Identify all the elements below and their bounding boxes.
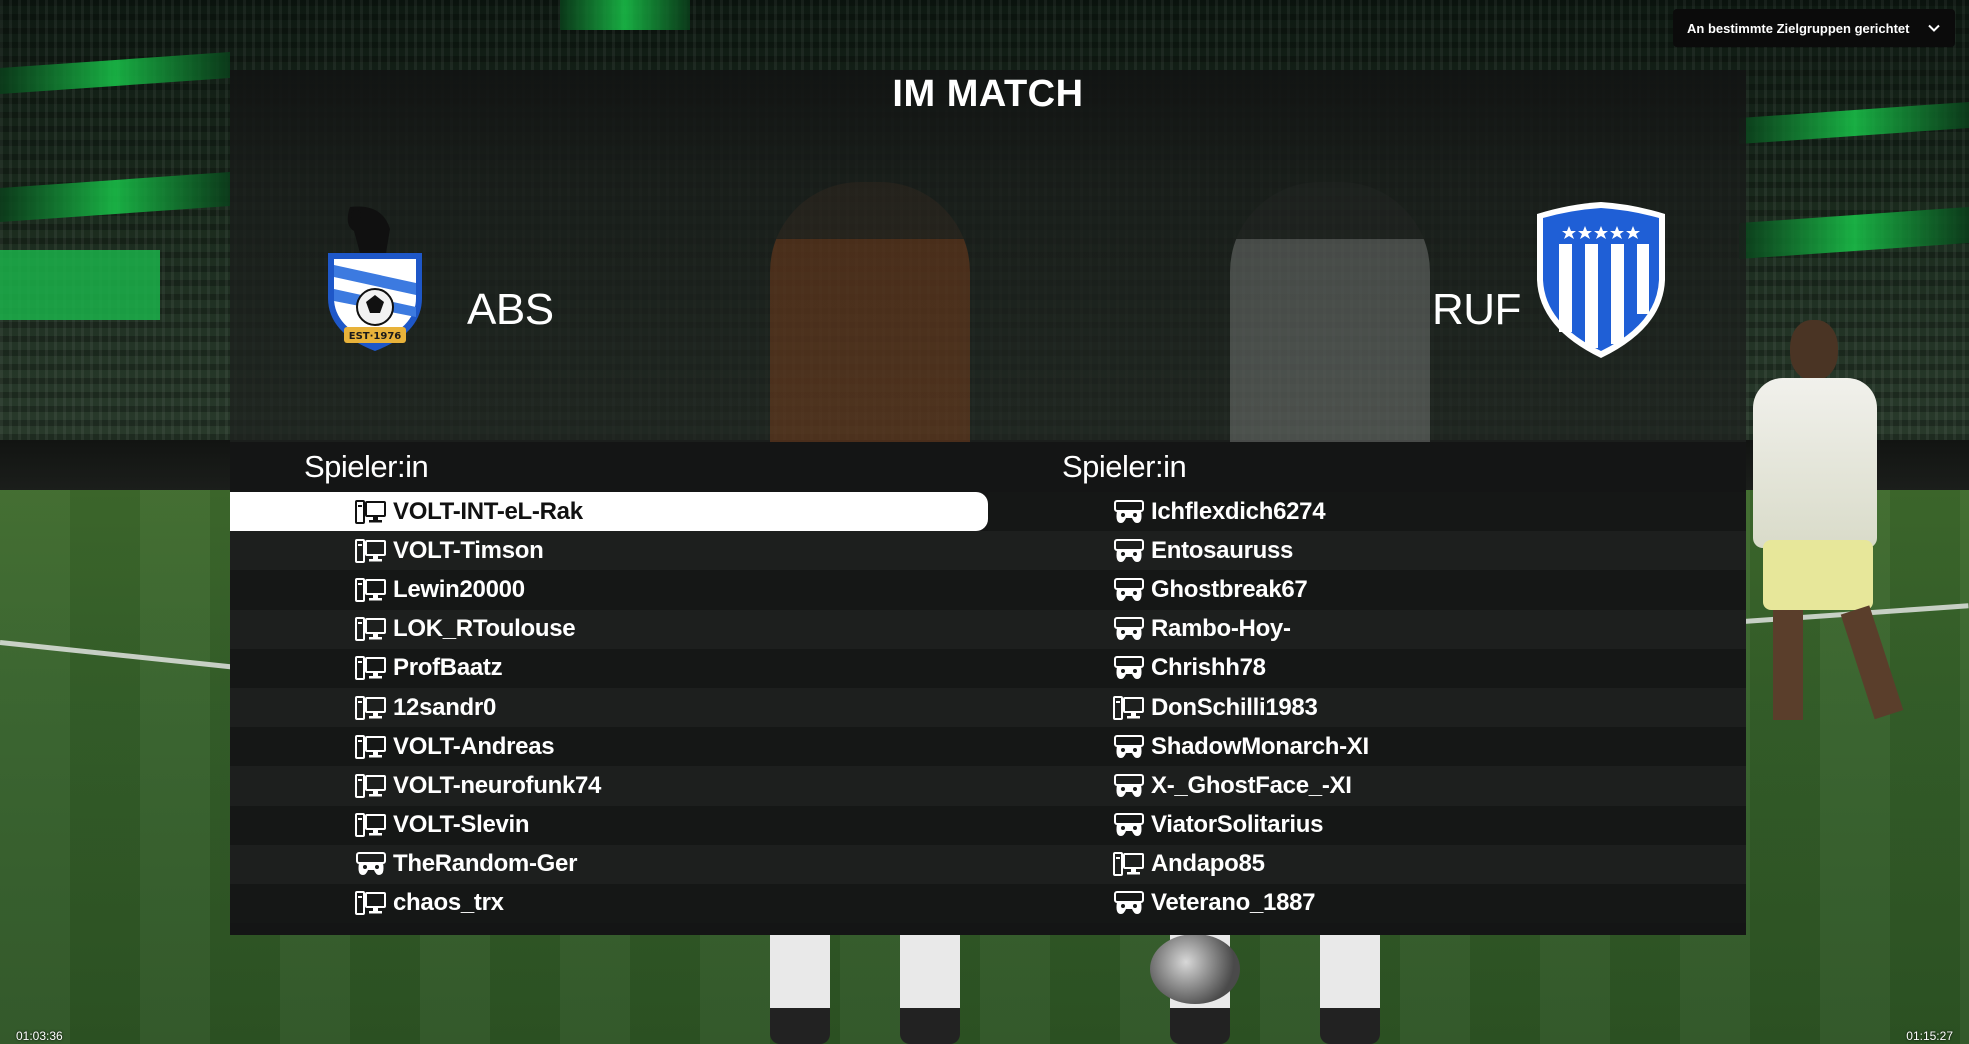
pc-icon — [355, 499, 387, 525]
player-name: Chrishh78 — [1151, 654, 1266, 682]
svg-text:EST·1976: EST·1976 — [349, 331, 402, 342]
player-name: chaos_trx — [393, 889, 504, 917]
player-figure — [770, 924, 830, 1044]
stadium-banner — [560, 0, 690, 30]
away-team-crest — [1537, 202, 1665, 358]
pc-icon — [355, 890, 387, 916]
player-name: 12sandr0 — [393, 693, 496, 721]
pc-icon — [355, 577, 387, 603]
away-player-row[interactable]: Veterano_1887 — [988, 883, 1746, 924]
audience-dropdown[interactable]: An bestimmte Zielgruppen gerichtet — [1673, 9, 1955, 47]
away-player-row[interactable]: DonSchilli1983 — [988, 687, 1746, 728]
console-icon — [1113, 812, 1145, 838]
home-player-row[interactable]: LOK_RToulouse — [230, 609, 988, 649]
player-name: Andapo85 — [1151, 850, 1265, 878]
away-player-row[interactable]: Ichflexdich6274 — [988, 492, 1746, 532]
console-icon — [1113, 773, 1145, 799]
pc-icon — [355, 655, 387, 681]
player-name: LOK_RToulouse — [393, 615, 576, 643]
player-name: VOLT-INT-eL-Rak — [393, 497, 583, 525]
home-player-row[interactable]: Lewin20000 — [230, 570, 988, 610]
page-title: IM MATCH — [892, 73, 1084, 115]
pc-icon — [355, 695, 387, 721]
console-icon — [1113, 616, 1145, 642]
console-icon — [1113, 499, 1145, 525]
home-roster-header: Spieler:in — [304, 449, 429, 484]
home-player-row[interactable]: TheRandom-Ger — [230, 844, 988, 884]
player-name: Lewin20000 — [393, 575, 525, 603]
away-roster-header: Spieler:in — [1062, 449, 1187, 484]
match-header: IM MATCH EST·1976 ABS RUF — [230, 70, 1746, 442]
home-player-row[interactable]: VOLT-INT-eL-Rak — [230, 492, 988, 532]
video-elapsed-time: 01:03:36 — [16, 1029, 63, 1043]
match-lobby-panel: IM MATCH EST·1976 ABS RUF Spieler:in VOL… — [230, 70, 1746, 935]
home-player-row[interactable]: VOLT-neurofunk74 — [230, 766, 988, 806]
pc-icon — [355, 773, 387, 799]
away-player-row[interactable]: Entosauruss — [988, 531, 1746, 571]
console-icon — [355, 851, 387, 877]
video-remaining-time: 01:15:27 — [1906, 1029, 1953, 1043]
pc-icon — [355, 812, 387, 838]
pc-icon — [1113, 851, 1145, 877]
away-player-row[interactable]: ViatorSolitarius — [988, 805, 1746, 845]
console-icon — [1113, 890, 1145, 916]
player-name: ShadowMonarch-XI — [1151, 732, 1369, 760]
away-player-row[interactable]: Andapo85 — [988, 844, 1746, 884]
home-player-row[interactable]: VOLT-Slevin — [230, 805, 988, 845]
player-name: Rambo-Hoy- — [1151, 615, 1291, 643]
pc-icon — [355, 734, 387, 760]
player-figure — [900, 924, 960, 1044]
player-name: DonSchilli1983 — [1151, 693, 1318, 721]
home-player-row[interactable]: VOLT-Timson — [230, 531, 988, 571]
player-name: Entosauruss — [1151, 536, 1294, 564]
away-player-row[interactable]: Ghostbreak67 — [988, 570, 1746, 610]
player-name: TheRandom-Ger — [393, 850, 578, 878]
home-player-row[interactable]: 12sandr0 — [230, 687, 988, 728]
console-icon — [1113, 577, 1145, 603]
console-icon — [1113, 734, 1145, 760]
player-name: ViatorSolitarius — [1151, 811, 1324, 839]
player-figure — [1745, 320, 1904, 740]
home-player-row[interactable]: chaos_trx — [230, 883, 988, 924]
home-team-crest: EST·1976 — [328, 206, 422, 351]
pc-icon — [355, 616, 387, 642]
away-player-row[interactable]: X-_GhostFace_-XI — [988, 766, 1746, 806]
player-name: X-_GhostFace_-XI — [1151, 771, 1352, 799]
away-player-row[interactable]: Rambo-Hoy- — [988, 609, 1746, 649]
pc-icon — [355, 538, 387, 564]
away-player-list: Ichflexdich6274 Entosauruss Ghostbreak67 Ra… — [988, 492, 1746, 924]
home-player-list: VOLT-INT-eL-Rak VOLT-Timson Lewin20000 LOK_… — [230, 492, 988, 924]
away-player-row[interactable]: ShadowMonarch-XI — [988, 727, 1746, 767]
player-figure — [1320, 924, 1380, 1044]
player-name: VOLT-Timson — [393, 536, 544, 564]
away-team-abbr: RUF — [1432, 285, 1521, 334]
football — [1150, 934, 1240, 1004]
home-team-abbr: ABS — [467, 285, 554, 334]
player-name: ProfBaatz — [393, 654, 503, 682]
roster-table: Spieler:in VOLT-INT-eL-Rak VOLT-Timson Lew… — [230, 442, 1746, 935]
home-player-row[interactable]: VOLT-Andreas — [230, 727, 988, 767]
away-roster: Spieler:in Ichflexdich6274 Entosauruss Gho… — [988, 442, 1746, 935]
stadium-banner — [0, 250, 160, 320]
audience-dropdown-label: An bestimmte Zielgruppen gerichtet — [1687, 20, 1910, 36]
player-name: Ichflexdich6274 — [1151, 497, 1326, 525]
away-player-row[interactable]: Chrishh78 — [988, 648, 1746, 688]
console-icon — [1113, 655, 1145, 681]
player-name: Ghostbreak67 — [1151, 575, 1308, 603]
player-name: Veterano_1887 — [1151, 889, 1316, 917]
home-roster: Spieler:in VOLT-INT-eL-Rak VOLT-Timson Lew… — [230, 442, 988, 935]
home-player-row[interactable]: ProfBaatz — [230, 648, 988, 688]
console-icon — [1113, 538, 1145, 564]
player-name: VOLT-Andreas — [393, 732, 555, 760]
player-name: VOLT-neurofunk74 — [393, 771, 602, 799]
pc-icon — [1113, 695, 1145, 721]
player-name: VOLT-Slevin — [393, 811, 530, 839]
chevron-down-icon — [1928, 24, 1940, 32]
